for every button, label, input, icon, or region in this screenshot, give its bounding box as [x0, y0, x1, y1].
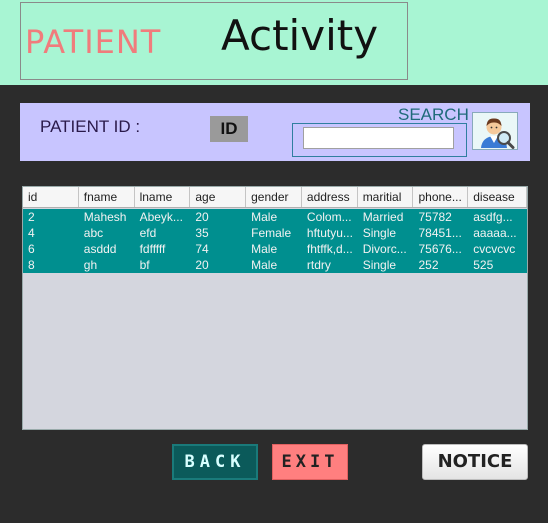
column-header-lname[interactable]: lname [135, 187, 191, 207]
cell: gh [83, 258, 98, 272]
cell: fdfffff [139, 242, 166, 256]
cell: 74 [195, 242, 209, 256]
cell: 75782 [418, 210, 452, 224]
column-header-id[interactable]: id [23, 187, 79, 207]
header-band: PATIENT Activity [0, 0, 548, 85]
cell: 2 [28, 210, 35, 224]
cell: Married [362, 210, 404, 224]
column-header-gender[interactable]: gender [246, 187, 302, 207]
column-header-disease[interactable]: disease [468, 187, 527, 207]
cell: bf [139, 258, 150, 272]
cell: Colom... [306, 210, 352, 224]
column-header-age[interactable]: age [190, 187, 247, 207]
cell: 20 [195, 210, 209, 224]
patient-id-value: ID [210, 116, 248, 142]
search-button[interactable] [472, 112, 518, 150]
cell: Mahesh [83, 210, 127, 224]
doctor-magnifier-icon [481, 118, 515, 149]
title-activity: Activity [221, 11, 379, 60]
table-row[interactable]: 4 abc efd 35 Female hftutyu... Single 78… [23, 225, 527, 241]
cell: 8 [28, 258, 35, 272]
patient-table: id fname lname age gender address mariti… [22, 186, 528, 430]
cell: 75676... [418, 242, 462, 256]
cell: 6 [28, 242, 35, 256]
cell: 20 [195, 258, 209, 272]
back-button[interactable]: BACK [172, 444, 258, 480]
cell: fhtffk,d... [306, 242, 353, 256]
table-row[interactable]: 8 gh bf 20 Male rtdry Single 252 525 [23, 257, 527, 273]
cell: Female [251, 226, 292, 240]
cell: 78451... [418, 226, 462, 240]
cell: Single [362, 258, 397, 272]
cell: 35 [195, 226, 209, 240]
cell: Male [251, 242, 278, 256]
search-input[interactable] [303, 127, 454, 149]
search-label: SEARCH [398, 105, 469, 124]
cell: asddd [83, 242, 117, 256]
cell: 525 [473, 258, 494, 272]
search-frame [292, 123, 467, 157]
cell: Male [251, 210, 278, 224]
cell: Single [362, 226, 397, 240]
title-box: PATIENT Activity [20, 2, 408, 80]
cell: rtdry [306, 258, 331, 272]
title-patient: PATIENT [25, 23, 162, 61]
table-body: 2 Mahesh Abeyk... 20 Male Colom... Marri… [23, 209, 527, 273]
cell: hftutyu... [306, 226, 353, 240]
table-header: id fname lname age gender address mariti… [23, 187, 527, 208]
cell: Abeyk... [139, 210, 183, 224]
cell: cvcvcvc [473, 242, 516, 256]
column-header-fname[interactable]: fname [79, 187, 135, 207]
cell: efd [139, 226, 157, 240]
column-header-address[interactable]: address [302, 187, 358, 207]
cell: abc [83, 226, 104, 240]
patient-id-label: PATIENT ID : [40, 117, 141, 136]
cell: 4 [28, 226, 35, 240]
table-row[interactable]: 6 asddd fdfffff 74 Male fhtffk,d... Divo… [23, 241, 527, 257]
cell: aaaaa... [473, 226, 517, 240]
column-header-maritial[interactable]: maritial [358, 187, 414, 207]
cell: Divorc... [362, 242, 407, 256]
cell: asdfg... [473, 210, 513, 224]
exit-button[interactable]: EXIT [272, 444, 348, 480]
notice-button[interactable]: NOTICE [422, 444, 528, 480]
column-header-phone[interactable]: phone... [413, 187, 469, 207]
search-bar: PATIENT ID : ID SEARCH [20, 103, 530, 161]
cell: 252 [418, 258, 439, 272]
cell: Male [251, 258, 278, 272]
table-row[interactable]: 2 Mahesh Abeyk... 20 Male Colom... Marri… [23, 209, 527, 225]
main-panel: PATIENT ID : ID SEARCH id fname lname ag… [0, 85, 548, 523]
